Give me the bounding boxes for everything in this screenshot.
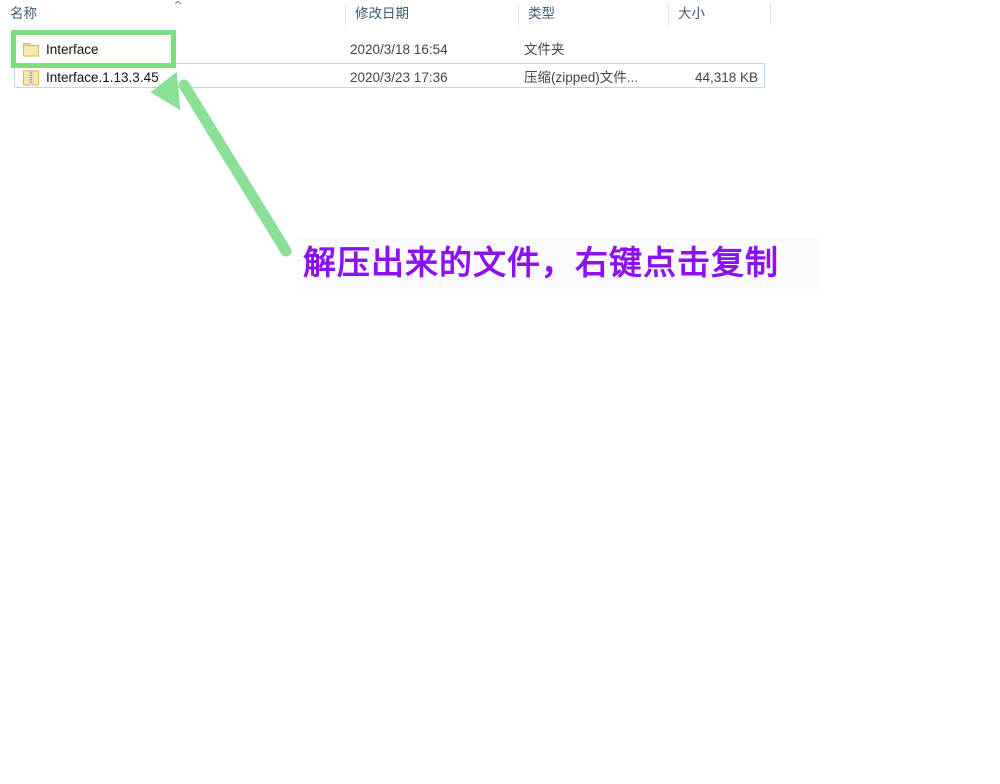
column-divider[interactable] [770,4,771,25]
column-header-endcap[interactable] [770,0,870,28]
column-divider[interactable] [345,4,346,25]
file-type: 文件夹 [524,42,565,57]
file-type: 压缩(zipped)文件... [524,70,639,85]
column-header-name[interactable]: 名称 ^ [0,0,345,28]
column-header-type[interactable]: 类型 [518,0,668,28]
file-date-modified: 2020/3/18 16:54 [350,42,448,57]
column-divider[interactable] [668,4,669,25]
column-header-type-label: 类型 [528,6,555,21]
sort-ascending-icon: ^ [173,0,183,12]
file-date-modified: 2020/3/23 17:36 [350,70,448,85]
file-size [668,38,758,62]
column-header-size-label: 大小 [678,6,705,21]
column-header-date[interactable]: 修改日期 [345,0,518,28]
file-size: 44,318 KB [694,70,758,85]
table-row[interactable]: Interface.1.13.3.45 2020/3/23 17:36 压缩(z… [0,63,1000,90]
column-header-size[interactable]: 大小 [668,0,770,28]
column-header-row: 名称 ^ 修改日期 类型 大小 [0,0,1000,28]
highlight-rectangle [11,30,176,68]
column-header-name-label: 名称 [10,6,37,21]
file-name: Interface.1.13.3.45 [46,70,159,85]
zipped-folder-icon [22,69,41,87]
annotation-text: 解压出来的文件，右键点击复制 [297,237,820,289]
column-header-date-label: 修改日期 [355,6,409,21]
column-divider[interactable] [518,4,519,25]
